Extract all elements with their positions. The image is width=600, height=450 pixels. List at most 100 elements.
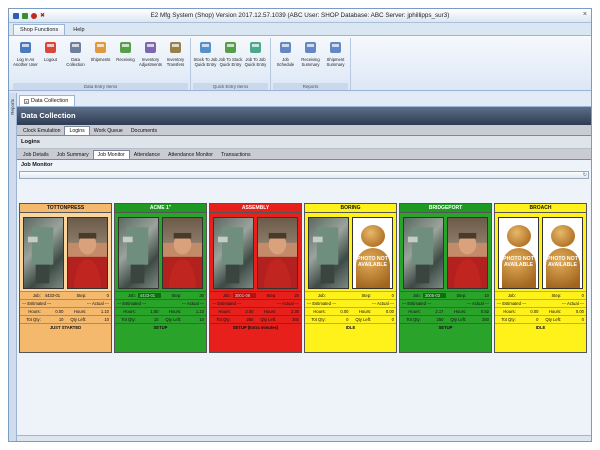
subtab-attendance-monitor[interactable]: Attendance Monitor (164, 151, 217, 159)
shipments-button[interactable]: Shipments (88, 38, 113, 81)
subtab-transactions[interactable]: Transactions (217, 151, 255, 159)
data-collection-button[interactable]: Data Collection (63, 38, 88, 81)
card-row: Tot Qty: 0 Qty Left: 0 (495, 315, 586, 323)
act-hours-value: 2.30 (290, 309, 299, 314)
ribbon-tab-shop-functions[interactable]: Shop Functions (13, 24, 66, 35)
tab-documents[interactable]: Documents (127, 127, 161, 135)
data-collection-tabs: Clock Emulation Logins Work Queue Documents (17, 125, 591, 136)
window-title: E2 Mfg System (Shop) Version 2017.12.57.… (150, 12, 450, 19)
photo-not-available: PHOTO NOT AVAILABLE (498, 217, 539, 289)
job-schedule-button[interactable]: Job Schedule (273, 38, 298, 81)
step-value: 20 (294, 293, 299, 298)
ribbon-group-data-entry-items: Log In As Another User Logout Data Collect… (11, 38, 191, 90)
tab-work-queue[interactable]: Work Queue (90, 127, 127, 135)
subtab-job-details[interactable]: Job Details (19, 151, 53, 159)
shipments-icon (93, 40, 108, 55)
qty-left-value: 10 (199, 317, 204, 322)
title-bar: ✖ E2 Mfg System (Shop) Version 2017.12.5… (9, 9, 591, 23)
est-hours-value: 1.50 (150, 309, 159, 314)
subtab-job-summary[interactable]: Job Summary (53, 151, 93, 159)
card-row: Job: 3001-06 Step: 20 (210, 291, 301, 299)
receiving-summary-button[interactable]: Receiving Summary (298, 38, 323, 81)
est-hours-label: Hours: (218, 309, 231, 314)
machine-photo (213, 217, 254, 289)
card-row: Tot Qty: 0 Qty Left: 0 (305, 315, 396, 323)
photo-not-available: PHOTO NOT AVAILABLE (352, 217, 393, 289)
card-row: Tot Qty: 250 Qty Left: 250 (210, 315, 301, 323)
ribbon-group-name: Reports (273, 83, 348, 90)
status-badge: SETUP (438, 325, 453, 330)
job-to-job-quick-entry-button[interactable]: Job To Job Quick Entry (243, 38, 268, 81)
actual-label: --- Actual --- (86, 301, 109, 306)
refresh-icon[interactable]: ↻ (583, 172, 587, 178)
inventory-transfers-button[interactable]: Inventory Transfers (163, 38, 188, 81)
step-label: Step: (266, 293, 277, 298)
app-window: ✖ E2 Mfg System (Shop) Version 2017.12.5… (8, 8, 592, 442)
window-close-button[interactable]: × (583, 11, 587, 18)
card-row: Tot Qty: 250 Qty Left: 250 (400, 315, 491, 323)
est-hours-label: Hours: (28, 309, 41, 314)
machine-card-boring[interactable]: BORING PHOTO NOT AVAILABLE Job: Step: 0 --- E… (304, 203, 397, 353)
card-row: Tot Qty: 10 Qty Left: 10 (115, 315, 206, 323)
subtab-attendance[interactable]: Attendance (130, 151, 164, 159)
placeholder-body-shape (502, 248, 536, 288)
tab-logins[interactable]: Logins (64, 126, 90, 135)
tot-qty-value: 10 (58, 317, 64, 322)
tab-data-collection[interactable]: x Data Collection (19, 95, 76, 106)
ribbon-button-label: Log In As Another User (13, 57, 38, 67)
operator-photo (162, 217, 203, 289)
estimated-label: --- Estimated --- (307, 301, 337, 306)
card-photos (400, 213, 491, 291)
placeholder-head-shape (551, 225, 575, 247)
qty-left-label: Qty Left: (450, 317, 467, 322)
inventory-adjust-icon (143, 40, 158, 55)
close-tab-icon[interactable]: x (24, 98, 29, 104)
ribbon-button-label: Job To Job Quick Entry (244, 57, 267, 67)
machine-name: BORING (305, 204, 396, 213)
ribbon-group-name: Quick Entry Items (193, 83, 268, 90)
job-monitor-grid: TOTTONPRESS Job: 4433-01 Step: 0 --- Estimate… (19, 203, 587, 353)
card-row: Job: 4433-01 Step: 30 (115, 291, 206, 299)
subtab-job-monitor[interactable]: Job Monitor (92, 150, 130, 159)
card-details: Job: 4433-01 Step: 0 --- Estimated --- --- Ac… (20, 291, 111, 352)
logout-icon (43, 40, 58, 55)
qty-left-value: 0 (391, 317, 394, 322)
job-schedule-icon (278, 40, 293, 55)
job-to-stock-quick-entry-button[interactable]: Job To Stock Quick Entry (218, 38, 243, 81)
placeholder-head-shape (361, 225, 385, 247)
log-in-as-another-user-button[interactable]: Log In As Another User (13, 38, 38, 81)
machine-card-acme-1[interactable]: ACME 1" Job: 4433-01 Step: 30 --- Estimated -… (114, 203, 207, 353)
machine-card-tottonpress[interactable]: TOTTONPRESS Job: 4433-01 Step: 0 --- Estimate… (19, 203, 112, 353)
machine-photo (23, 217, 64, 289)
receiving-icon (118, 40, 133, 55)
machine-card-assembly[interactable]: ASSEMBLY Job: 3001-06 Step: 20 --- Estimated … (209, 203, 302, 353)
tot-qty-value: 250 (246, 317, 254, 322)
user-login-icon (18, 40, 33, 55)
ribbon-tab-bar: Shop Functions Help (9, 23, 591, 35)
horizontal-scrollbar[interactable] (17, 435, 591, 441)
card-row: Job: Step: 0 (305, 291, 396, 299)
job-value: 3001-06 (232, 293, 256, 298)
ribbon-tab-help[interactable]: Help (67, 25, 90, 35)
estimated-label: --- Estimated --- (117, 301, 147, 306)
stock-to-job-quick-entry-button[interactable]: Stock To Job Quick Entry (193, 38, 218, 81)
act-hours-value: 0.00 (575, 309, 584, 314)
inventory-adjustments-button[interactable]: Inventory Adjustments (138, 38, 163, 81)
section-title: Logins (17, 136, 591, 149)
tab-clock-emulation[interactable]: Clock Emulation (19, 127, 64, 135)
job-to-stock-icon (223, 40, 238, 55)
machine-photo (118, 217, 159, 289)
tot-qty-label: Tot Qty: (121, 317, 136, 322)
card-row: Hours: 0.00 Hours: 0.00 (495, 307, 586, 315)
logout-button[interactable]: Logout (38, 38, 63, 81)
card-photos (210, 213, 301, 291)
step-value: 10 (484, 293, 489, 298)
shipment-summary-button[interactable]: Shipment Summary (323, 38, 348, 81)
clock-icon (68, 40, 83, 55)
machine-card-bridgeport[interactable]: BRIDGEPORT Job: 3005-03 Step: 10 --- Estimate… (399, 203, 492, 353)
step-label: Step: (551, 293, 562, 298)
machine-card-broach[interactable]: BROACH PHOTO NOT AVAILABLE PHOTO NOT AVAIL… (494, 203, 587, 353)
receiving-button[interactable]: Receiving (113, 38, 138, 81)
reports-sidebar[interactable]: Reports (9, 93, 17, 441)
ribbon-button-label: Inventory Adjustments (138, 57, 163, 67)
